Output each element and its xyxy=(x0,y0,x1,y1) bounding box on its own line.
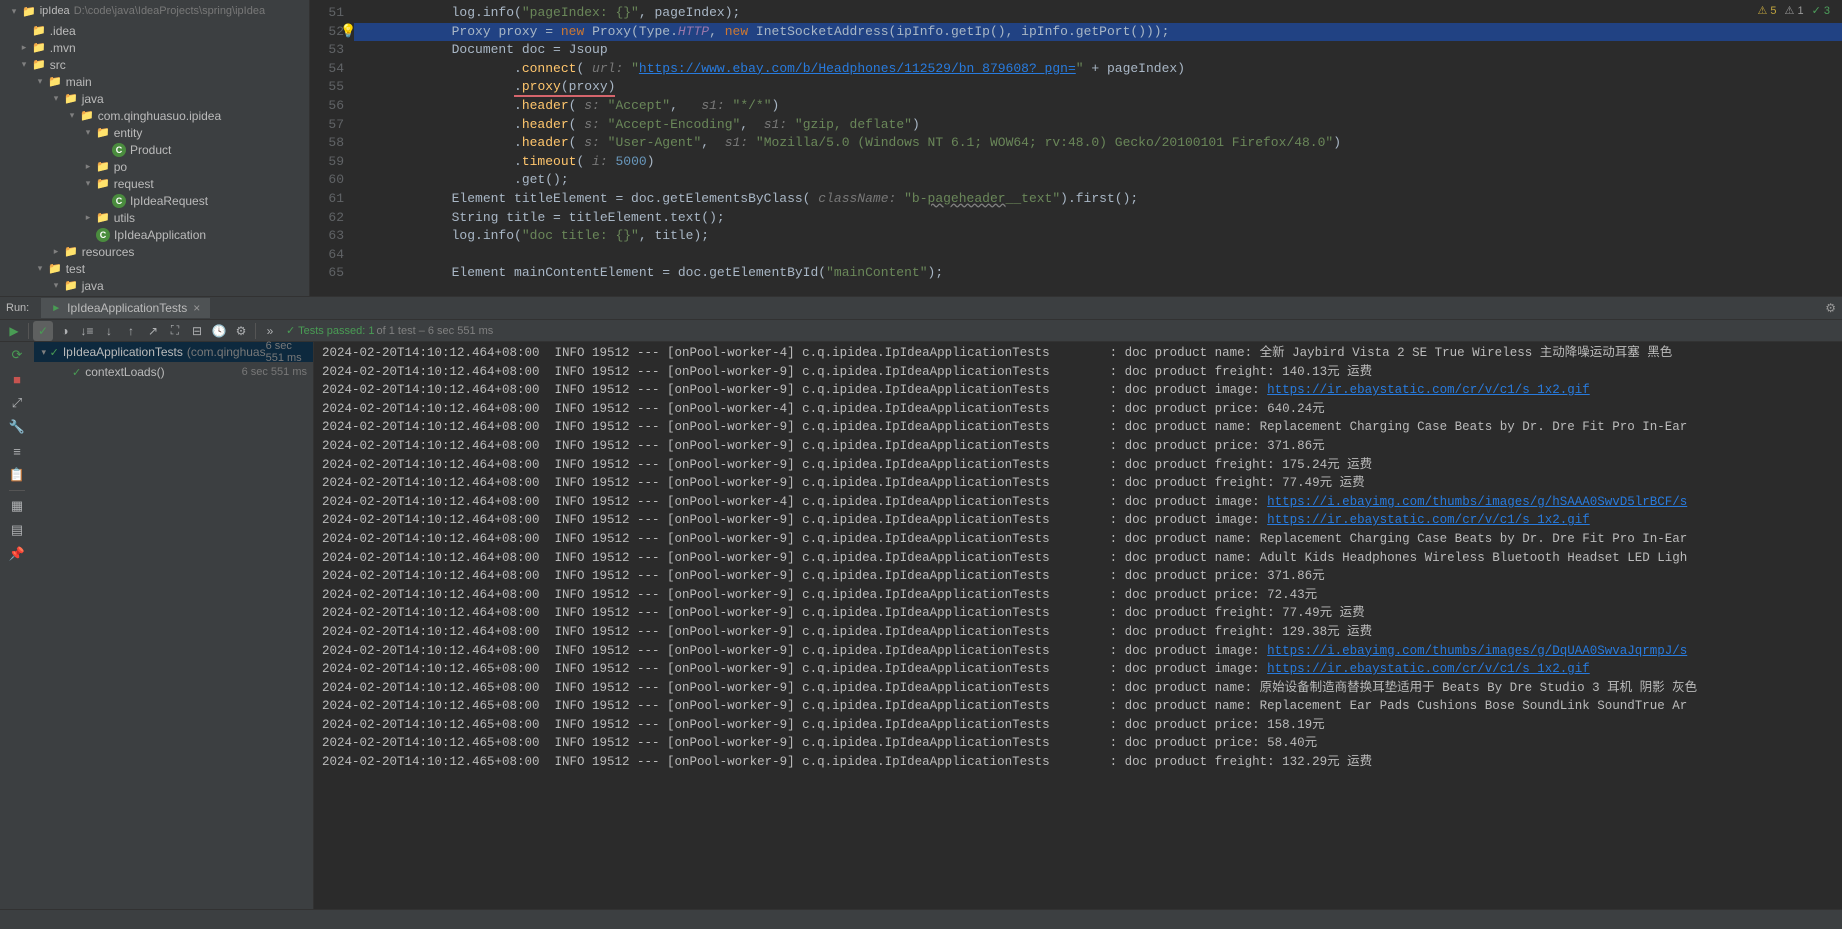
code-line[interactable]: .header( s: "Accept-Encoding", s1: "gzip… xyxy=(354,116,1842,135)
tree-item[interactable]: ▾📁src xyxy=(0,56,309,73)
console-line: 2024-02-20T14:10:12.464+08:00 INFO 19512… xyxy=(322,418,1834,437)
arrow-up-icon[interactable]: ↑ xyxy=(121,321,141,341)
tree-item[interactable]: ▾📁test xyxy=(0,260,309,277)
stop-icon[interactable]: ■ xyxy=(8,370,26,388)
console-line: 2024-02-20T14:10:12.465+08:00 INFO 19512… xyxy=(322,697,1834,716)
tree-item[interactable]: CProduct xyxy=(0,141,309,158)
layout-icon[interactable]: ▦ xyxy=(8,497,26,515)
code-line[interactable]: log.info("pageIndex: {}", pageIndex); xyxy=(354,4,1842,23)
tree-item[interactable]: ▾📁request xyxy=(0,175,309,192)
console-line: 2024-02-20T14:10:12.464+08:00 INFO 19512… xyxy=(322,567,1834,586)
code-line[interactable]: String title = titleElement.text(); xyxy=(354,209,1842,228)
expand-icon[interactable]: ⛶ xyxy=(165,321,185,341)
console-line: 2024-02-20T14:10:12.464+08:00 INFO 19512… xyxy=(322,549,1834,568)
code-line[interactable]: Document doc = Jsoup xyxy=(354,41,1842,60)
project-root-label: ipIdea xyxy=(40,5,70,17)
trash-icon[interactable]: ≡ xyxy=(8,442,26,460)
console-line: 2024-02-20T14:10:12.464+08:00 INFO 19512… xyxy=(322,530,1834,549)
console-line: 2024-02-20T14:10:12.464+08:00 INFO 19512… xyxy=(322,363,1834,382)
clip-icon[interactable]: 📋 xyxy=(8,466,26,484)
console-line: 2024-02-20T14:10:12.465+08:00 INFO 19512… xyxy=(322,734,1834,753)
code-line[interactable]: Element titleElement = doc.getElementsBy… xyxy=(354,190,1842,209)
console-line: 2024-02-20T14:10:12.464+08:00 INFO 19512… xyxy=(322,623,1834,642)
rerun-icon[interactable]: ⟳ xyxy=(8,346,26,364)
layout2-icon[interactable]: ▤ xyxy=(8,521,26,539)
console-line: 2024-02-20T14:10:12.464+08:00 INFO 19512… xyxy=(322,400,1834,419)
console-line: 2024-02-20T14:10:12.464+08:00 INFO 19512… xyxy=(322,511,1834,530)
tree-item[interactable]: CIpIdeaApplication xyxy=(0,226,309,243)
console-line: 2024-02-20T14:10:12.464+08:00 INFO 19512… xyxy=(322,456,1834,475)
console-output[interactable]: 2024-02-20T14:10:12.464+08:00 INFO 19512… xyxy=(314,342,1842,909)
code-line[interactable]: .timeout( i: 5000) xyxy=(354,153,1842,172)
more-icon[interactable]: » xyxy=(260,321,280,341)
console-line: 2024-02-20T14:10:12.465+08:00 INFO 19512… xyxy=(322,660,1834,679)
tree-item[interactable]: ▸📁.mvn xyxy=(0,39,309,56)
inspection-indicators[interactable]: ⚠ 5 ⚠ 1 ✓ 3 xyxy=(1758,4,1831,17)
gear-icon[interactable]: ⚙ xyxy=(1825,301,1836,315)
tree-item[interactable]: ▸📁utils xyxy=(0,209,309,226)
check-filter-icon[interactable]: ✓ xyxy=(33,321,53,341)
code-line[interactable]: 💡 Proxy proxy = new Proxy(Type.HTTP, new… xyxy=(354,23,1842,42)
tree-item[interactable]: ▾📁com.qinghuasuo.ipidea xyxy=(0,107,309,124)
console-line: 2024-02-20T14:10:12.464+08:00 INFO 19512… xyxy=(322,586,1834,605)
console-line: 2024-02-20T14:10:12.465+08:00 INFO 19512… xyxy=(322,716,1834,735)
run-tab-active[interactable]: ► IpIdeaApplicationTests × xyxy=(41,298,210,318)
status-bar xyxy=(0,909,1842,929)
test-toolbar: ▶ ✓ ◑ ↓≡ ↓ ↑ ↗ ⛶ ⊟ 🕓 ⚙ » ✓ Tests passed:… xyxy=(0,320,1842,342)
code-line[interactable]: .proxy(proxy) xyxy=(354,78,1842,97)
pushpin-icon[interactable]: 📌 xyxy=(8,545,26,563)
tree-item[interactable]: ▾📁java xyxy=(0,277,309,294)
console-line: 2024-02-20T14:10:12.464+08:00 INFO 19512… xyxy=(322,381,1834,400)
tree-item[interactable]: ▸📁po xyxy=(0,158,309,175)
divider xyxy=(9,490,25,491)
code-line[interactable]: .connect( url: "https://www.ebay.com/b/H… xyxy=(354,60,1842,79)
console-line: 2024-02-20T14:10:12.464+08:00 INFO 19512… xyxy=(322,437,1834,456)
tree-item[interactable]: ▾📁main xyxy=(0,73,309,90)
collapse-icon[interactable]: ⊟ xyxy=(187,321,207,341)
console-line: 2024-02-20T14:10:12.464+08:00 INFO 19512… xyxy=(322,604,1834,623)
code-editor[interactable]: ⚠ 5 ⚠ 1 ✓ 3 5152535455565758596061626364… xyxy=(310,0,1842,296)
export-icon[interactable]: ↗ xyxy=(143,321,163,341)
tree-item[interactable]: ▾📁java xyxy=(0,90,309,107)
tree-item[interactable]: ▾📁entity xyxy=(0,124,309,141)
wrench-icon[interactable]: 🔧 xyxy=(8,418,26,436)
console-line: 2024-02-20T14:10:12.464+08:00 INFO 19512… xyxy=(322,642,1834,661)
project-tree[interactable]: ▾ 📁 ipIdea D:\code\java\IdeaProjects\spr… xyxy=(0,0,310,296)
settings-icon[interactable]: ⚙ xyxy=(231,321,251,341)
gutter-line-numbers: 515253545556575859606162636465 xyxy=(310,0,354,296)
pin-icon[interactable]: ⤢ xyxy=(8,394,26,412)
tests-passed-label: ✓ Tests passed: 1 xyxy=(286,324,375,337)
run-tool-window-header: Run: ► IpIdeaApplicationTests × ⚙ xyxy=(0,296,1842,320)
console-line: 2024-02-20T14:10:12.465+08:00 INFO 19512… xyxy=(322,753,1834,772)
tree-item[interactable]: 📁.idea xyxy=(0,22,309,39)
tool-gutter: ⟳ ■ ⤢ 🔧 ≡ 📋 ▦ ▤ 📌 xyxy=(0,342,34,909)
tree-item[interactable]: ▸📁resources xyxy=(0,243,309,260)
console-line: 2024-02-20T14:10:12.465+08:00 INFO 19512… xyxy=(322,679,1834,698)
code-line[interactable]: .header( s: "Accept", s1: "*/*") xyxy=(354,97,1842,116)
project-root-path: D:\code\java\IdeaProjects\spring\ipIdea xyxy=(74,5,265,17)
code-line[interactable] xyxy=(354,246,1842,265)
code-line[interactable]: .header( s: "User-Agent", s1: "Mozilla/5… xyxy=(354,134,1842,153)
console-line: 2024-02-20T14:10:12.464+08:00 INFO 19512… xyxy=(322,474,1834,493)
history-icon[interactable]: 🕓 xyxy=(209,321,229,341)
test-tree-row[interactable]: ✓contextLoads()6 sec 551 ms xyxy=(34,362,313,382)
sort-icon[interactable]: ↓≡ xyxy=(77,321,97,341)
arrow-down-icon[interactable]: ↓ xyxy=(99,321,119,341)
close-icon[interactable]: × xyxy=(193,301,200,315)
circle-icon[interactable]: ◑ xyxy=(55,321,75,341)
run-label: Run: xyxy=(6,302,29,314)
console-line: 2024-02-20T14:10:12.464+08:00 INFO 19512… xyxy=(322,493,1834,512)
tests-info-label: of 1 test – 6 sec 551 ms xyxy=(377,325,494,337)
run-icon[interactable]: ▶ xyxy=(4,321,24,341)
code-line[interactable]: log.info("doc title: {}", title); xyxy=(354,227,1842,246)
code-line[interactable]: .get(); xyxy=(354,171,1842,190)
test-tree-row[interactable]: ▾✓IpIdeaApplicationTests(com.qinghuas6 s… xyxy=(34,342,313,362)
code-line[interactable]: Element mainContentElement = doc.getElem… xyxy=(354,264,1842,283)
test-tree-panel[interactable]: ▾✓IpIdeaApplicationTests(com.qinghuas6 s… xyxy=(34,342,314,909)
console-line: 2024-02-20T14:10:12.464+08:00 INFO 19512… xyxy=(322,344,1834,363)
tree-item[interactable]: CIpIdeaRequest xyxy=(0,192,309,209)
